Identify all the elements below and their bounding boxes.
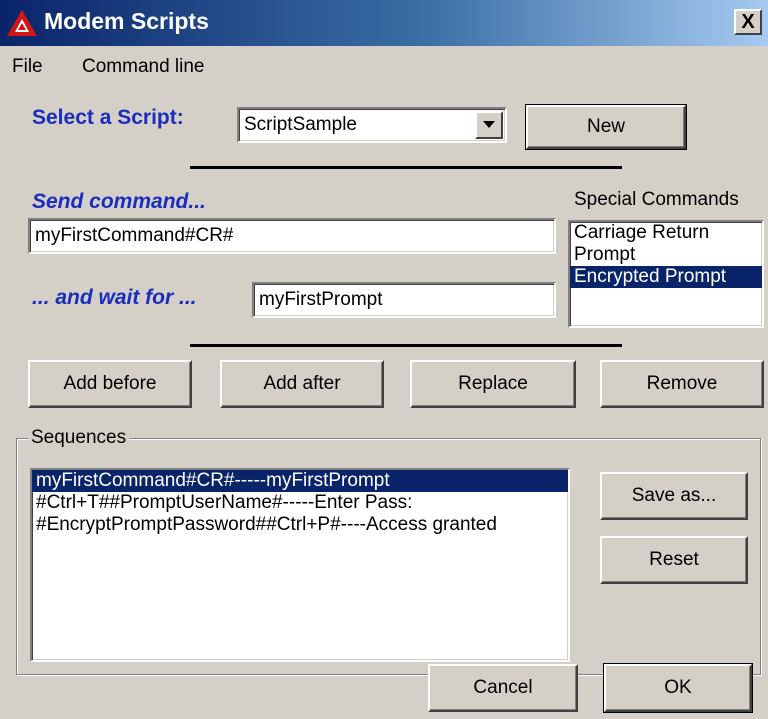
separator-middle	[190, 344, 622, 347]
sequences-label: Sequences	[28, 427, 130, 449]
sequence-item[interactable]: #Ctrl+T##PromptUserName#-----Enter Pass:	[32, 492, 568, 514]
remove-label: Remove	[646, 373, 718, 394]
cancel-label: Cancel	[473, 677, 533, 698]
sequence-item[interactable]: #EncryptPromptPassword##Ctrl+P#----Acces…	[32, 514, 568, 536]
wait-for-value: myFirstPrompt	[259, 289, 383, 310]
chevron-down-icon	[483, 121, 495, 128]
title-bar[interactable]: Modem Scripts X	[0, 0, 768, 46]
close-icon: X	[741, 11, 755, 33]
script-dropdown-value: ScriptSample	[244, 114, 357, 135]
add-before-button[interactable]: Add before	[28, 360, 192, 408]
select-script-label: Select a Script:	[32, 106, 184, 129]
new-button[interactable]: New	[525, 104, 687, 150]
close-button[interactable]: X	[734, 9, 762, 35]
add-before-label: Add before	[63, 373, 157, 394]
ok-label: OK	[664, 677, 692, 698]
sequence-item[interactable]: myFirstCommand#CR#-----myFirstPrompt	[32, 470, 568, 492]
reset-button[interactable]: Reset	[600, 536, 748, 584]
script-dropdown[interactable]: ScriptSample	[237, 107, 507, 143]
menu-file[interactable]: File	[12, 56, 43, 78]
send-command-label: Send command...	[32, 190, 206, 213]
save-as-button[interactable]: Save as...	[600, 472, 748, 520]
special-command-item[interactable]: Encrypted Prompt	[570, 266, 762, 288]
add-after-label: Add after	[263, 373, 341, 394]
modem-scripts-window: Modem Scripts X File Command line Select…	[0, 0, 768, 719]
replace-button[interactable]: Replace	[410, 360, 576, 408]
special-command-item[interactable]: Prompt	[570, 244, 762, 266]
send-command-value: myFirstCommand#CR#	[35, 225, 234, 246]
dropdown-arrow-button[interactable]	[475, 111, 503, 139]
separator-top	[190, 166, 622, 169]
replace-label: Replace	[458, 373, 528, 394]
send-command-input[interactable]: myFirstCommand#CR#	[28, 218, 556, 254]
add-after-button[interactable]: Add after	[220, 360, 384, 408]
special-command-item[interactable]: Carriage Return	[570, 222, 762, 244]
menu-command-line[interactable]: Command line	[82, 56, 205, 78]
remove-button[interactable]: Remove	[600, 360, 764, 408]
wait-for-label: ... and wait for ...	[32, 286, 197, 309]
special-commands-label: Special Commands	[574, 189, 739, 210]
window-title: Modem Scripts	[44, 8, 209, 34]
reset-label: Reset	[649, 549, 699, 570]
cancel-button[interactable]: Cancel	[428, 664, 578, 712]
save-as-label: Save as...	[631, 485, 717, 506]
sequences-list[interactable]: myFirstCommand#CR#-----myFirstPrompt #Ct…	[30, 468, 570, 662]
new-button-label: New	[586, 116, 625, 137]
app-logo-icon	[7, 10, 37, 36]
ok-button[interactable]: OK	[603, 663, 753, 713]
wait-for-input[interactable]: myFirstPrompt	[252, 282, 556, 318]
special-commands-list[interactable]: Carriage Return Prompt Encrypted Prompt	[568, 220, 764, 328]
